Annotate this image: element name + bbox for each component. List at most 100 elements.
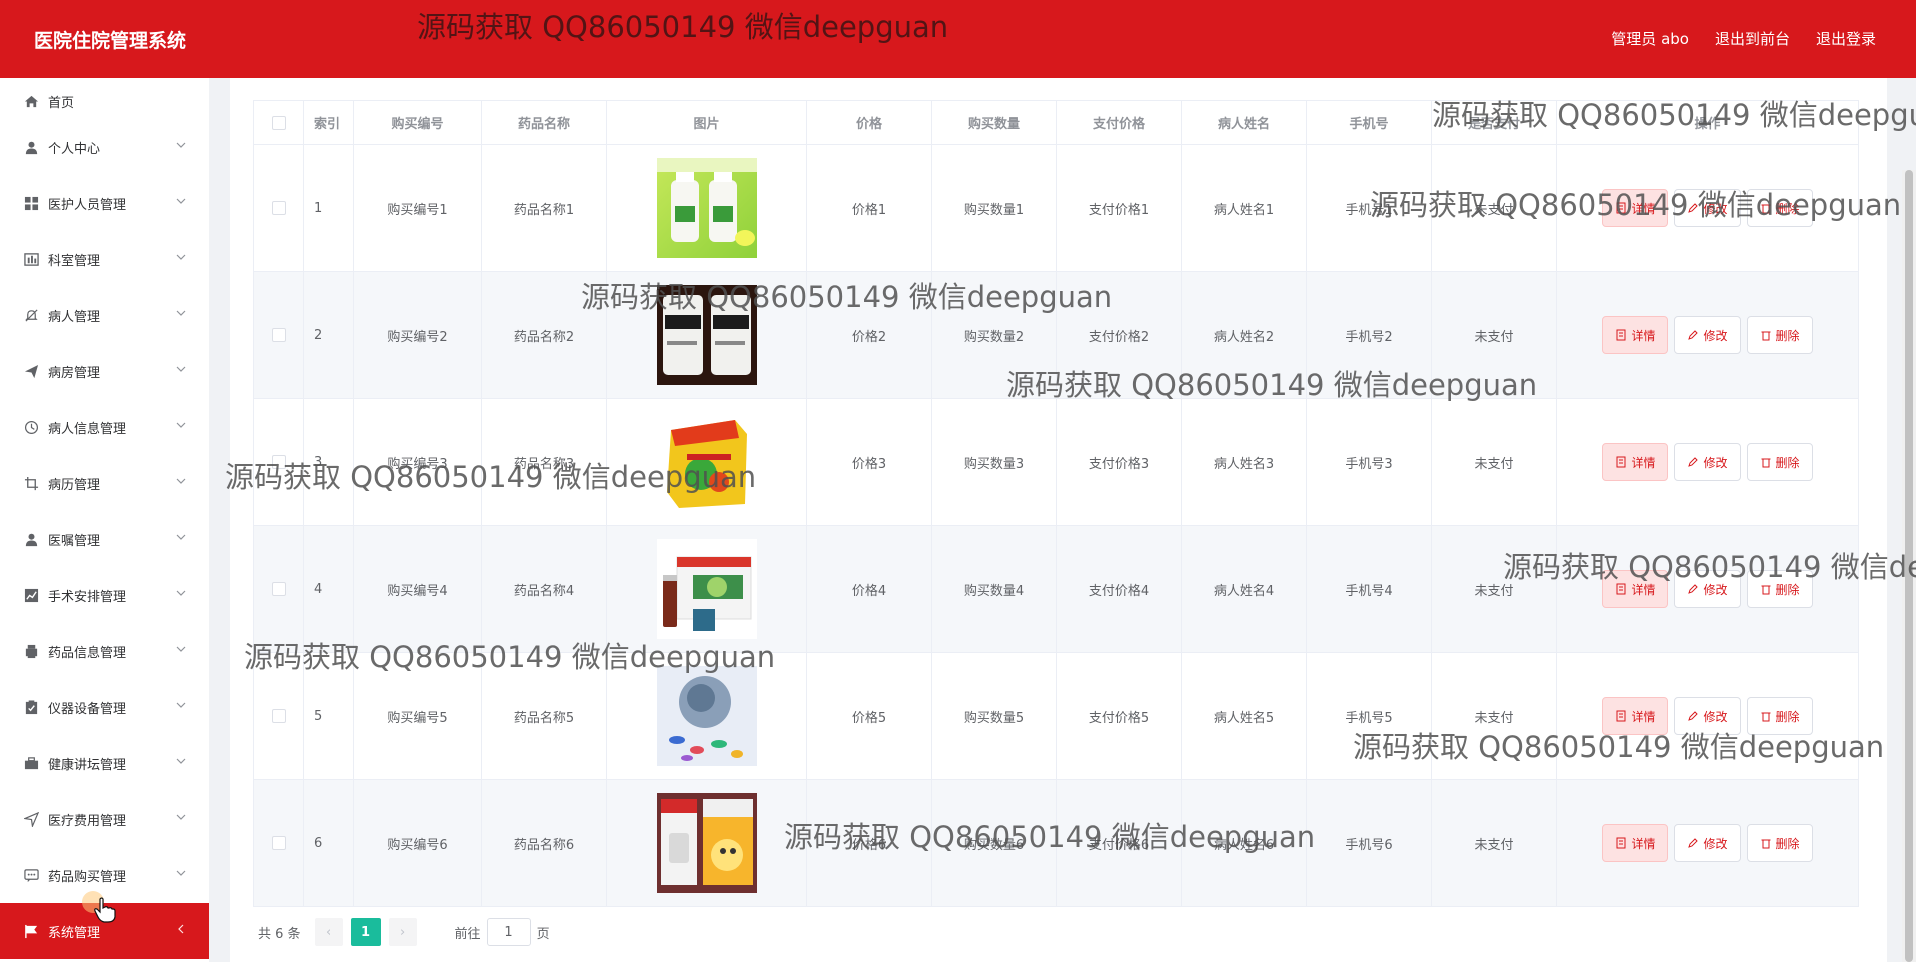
sidebar-item-label: 健康讲坛管理 <box>48 757 127 773</box>
edit-button[interactable]: 修改 <box>1674 189 1741 227</box>
qty-cell: 购买数量2 <box>931 271 1057 399</box>
detail-button[interactable]: 详情 <box>1602 189 1669 227</box>
sidebar-item-department[interactable]: 科室管理 <box>0 231 209 287</box>
patient-cell: 病人姓名2 <box>1181 271 1307 399</box>
row-checkbox[interactable] <box>271 201 286 215</box>
row-checkbox[interactable] <box>271 328 286 342</box>
paid-cell: 未支付 <box>1431 779 1557 907</box>
select-all-checkbox[interactable] <box>271 115 286 130</box>
edit-button[interactable]: 修改 <box>1674 316 1741 354</box>
row-select-cell[interactable] <box>253 398 304 526</box>
page-scrollbar[interactable] <box>1902 170 1916 962</box>
sidebar-item-medical-fee[interactable]: 医疗费用管理 <box>0 791 209 847</box>
delete-button[interactable]: 删除 <box>1746 443 1813 481</box>
delete-button[interactable]: 删除 <box>1746 824 1813 862</box>
delete-button[interactable]: 删除 <box>1746 697 1813 735</box>
pay-cell: 支付价格6 <box>1056 779 1182 907</box>
navigation-icon <box>24 811 39 827</box>
sidebar-item-label: 医嘱管理 <box>48 533 101 549</box>
row-select-cell[interactable] <box>253 779 304 907</box>
sidebar-item-drug-purchase[interactable]: 药品购买管理 <box>0 847 209 903</box>
sidebar-item-label: 药品购买管理 <box>48 869 127 885</box>
name-cell: 药品名称6 <box>481 779 607 907</box>
edit-button[interactable]: 修改 <box>1674 697 1741 735</box>
admin-user-label: 管理员 abo <box>1611 30 1689 48</box>
pay-cell: 支付价格1 <box>1056 144 1182 272</box>
top-links: 管理员 abo 退出到前台 退出登录 <box>1611 28 1876 49</box>
detail-button[interactable]: 详情 <box>1602 316 1669 354</box>
phone-cell: 手机号5 <box>1306 652 1432 780</box>
edit-icon <box>1688 203 1699 213</box>
phone-cell: 手机号4 <box>1306 525 1432 653</box>
sidebar-item-health-forum[interactable]: 健康讲坛管理 <box>0 735 209 791</box>
detail-button[interactable]: 详情 <box>1602 570 1669 608</box>
price-cell: 价格4 <box>806 525 932 653</box>
sidebar-item-doctor-order[interactable]: 医嘱管理 <box>0 511 209 567</box>
delete-button[interactable]: 删除 <box>1746 189 1813 227</box>
image-cell <box>606 525 807 653</box>
qty-cell: 购买数量3 <box>931 398 1057 526</box>
row-checkbox[interactable] <box>271 582 286 596</box>
briefcase-icon <box>24 756 39 771</box>
name-cell: 药品名称4 <box>481 525 607 653</box>
detail-button[interactable]: 详情 <box>1602 697 1669 735</box>
index-cell: 3 <box>303 398 354 526</box>
sidebar-item-equipment[interactable]: 仪器设备管理 <box>0 679 209 735</box>
actions-cell: 详情 修改 删除 <box>1556 144 1859 272</box>
name-cell: 药品名称2 <box>481 271 607 399</box>
edit-button[interactable]: 修改 <box>1674 570 1741 608</box>
chevron-down-icon <box>176 646 186 652</box>
row-checkbox[interactable] <box>271 709 286 723</box>
price-cell: 价格1 <box>806 144 932 272</box>
detail-button[interactable]: 详情 <box>1602 824 1669 862</box>
detail-button[interactable]: 详情 <box>1602 443 1669 481</box>
edit-icon <box>1688 457 1699 467</box>
sidebar-item-drug-info[interactable]: 药品信息管理 <box>0 623 209 679</box>
page-number-button[interactable]: 1 <box>350 918 381 946</box>
sidebar-item-label: 手术安排管理 <box>48 589 127 605</box>
prev-page-button[interactable]: ‹ <box>314 918 343 946</box>
sidebar-item-patient[interactable]: 病人管理 <box>0 287 209 343</box>
column-header: 图片 <box>606 100 807 145</box>
table-row: 1 购买编号1 药品名称1 价格1 购买数量1 支付价格1 病人姓名1 手机号1… <box>253 144 1859 272</box>
index-cell: 4 <box>303 525 354 653</box>
table-row: 3 购买编号3 药品名称3 价格3 购买数量3 支付价格3 病人姓名3 手机号3… <box>253 398 1859 526</box>
sidebar-item-label: 药品信息管理 <box>48 645 127 661</box>
trash-icon <box>1761 839 1770 849</box>
row-select-cell[interactable] <box>253 271 304 399</box>
edit-button[interactable]: 修改 <box>1674 824 1741 862</box>
home-icon <box>24 94 39 109</box>
scrollbar-thumb[interactable] <box>1905 170 1913 962</box>
sidebar-item-personal-center[interactable]: 个人中心 <box>0 119 209 175</box>
price-cell: 价格2 <box>806 271 932 399</box>
user-icon <box>24 140 39 155</box>
drug-image <box>656 285 757 385</box>
next-page-button[interactable]: › <box>388 918 417 946</box>
select-all-cell[interactable] <box>253 100 304 145</box>
sidebar-item-medical-staff[interactable]: 医护人员管理 <box>0 175 209 231</box>
column-header: 是否支付 <box>1431 100 1557 145</box>
edit-button[interactable]: 修改 <box>1674 443 1741 481</box>
goto-page-input[interactable] <box>486 918 531 946</box>
edit-icon <box>1688 838 1699 848</box>
delete-button[interactable]: 删除 <box>1746 316 1813 354</box>
sidebar-item-ward[interactable]: 病房管理 <box>0 343 209 399</box>
sidebar-item-surgery[interactable]: 手术安排管理 <box>0 567 209 623</box>
sidebar-item-medical-record[interactable]: 病历管理 <box>0 455 209 511</box>
column-header: 药品名称 <box>481 100 607 145</box>
code-cell: 购买编号3 <box>353 398 482 526</box>
app-title: 医院住院管理系统 <box>34 30 187 52</box>
exit-to-front-link[interactable]: 退出到前台 <box>1715 28 1790 49</box>
delete-button[interactable]: 删除 <box>1746 570 1813 608</box>
row-select-cell[interactable] <box>253 525 304 653</box>
trash-icon <box>1761 331 1770 341</box>
row-select-cell[interactable] <box>253 144 304 272</box>
qty-cell: 购买数量1 <box>931 144 1057 272</box>
row-checkbox[interactable] <box>271 455 286 469</box>
logout-link[interactable]: 退出登录 <box>1816 28 1876 49</box>
phone-cell: 手机号6 <box>1306 779 1432 907</box>
row-checkbox[interactable] <box>271 836 286 850</box>
row-select-cell[interactable] <box>253 652 304 780</box>
chevron-left-icon: ‹ <box>325 924 332 940</box>
sidebar-item-patient-info[interactable]: 病人信息管理 <box>0 399 209 455</box>
